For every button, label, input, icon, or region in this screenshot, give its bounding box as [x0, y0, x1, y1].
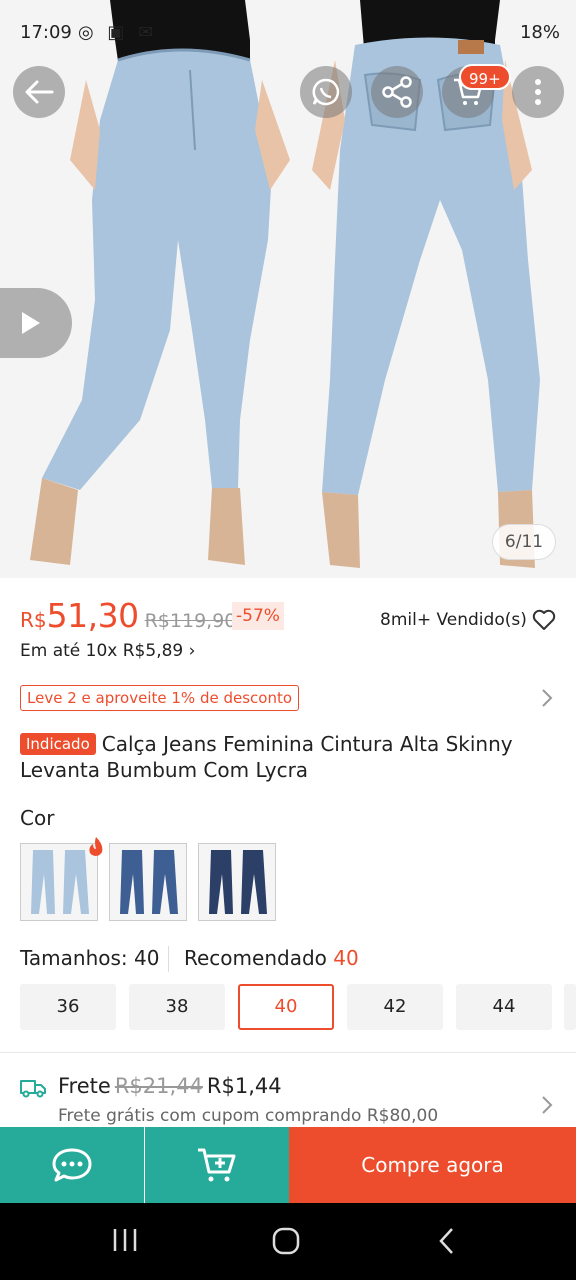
share-button[interactable] — [371, 66, 423, 118]
recommended-value: 40 — [333, 946, 359, 970]
shipping-old-price: R$21,44 — [114, 1074, 203, 1098]
shipping-note: Frete grátis com cupom comprando R$80,00 — [58, 1106, 439, 1126]
size-option-44[interactable]: 44 — [456, 984, 552, 1030]
add-to-cart-button[interactable] — [145, 1127, 289, 1203]
sizes-divider — [168, 946, 169, 972]
chat-icon — [52, 1148, 92, 1182]
truck-icon — [20, 1080, 46, 1098]
size-option-36[interactable]: 36 — [20, 984, 116, 1030]
image-counter: 6/11 — [492, 524, 556, 560]
indicado-badge: Indicado — [20, 733, 96, 755]
add-to-cart-icon — [198, 1148, 236, 1182]
discount-badge: -57% — [232, 602, 284, 630]
status-battery: 18% — [519, 22, 560, 43]
more-options-button[interactable] — [512, 66, 564, 118]
back-nav-icon[interactable] — [438, 1227, 454, 1255]
more-vertical-icon — [535, 79, 541, 105]
size-option-more[interactable] — [564, 984, 576, 1030]
play-icon — [22, 312, 40, 334]
color-swatch-3[interactable] — [198, 843, 276, 921]
size-option-38[interactable]: 38 — [129, 984, 225, 1030]
share-icon — [382, 76, 412, 108]
back-button[interactable] — [13, 66, 65, 118]
promo-tag[interactable]: Leve 2 e aproveite 1% de desconto — [20, 685, 300, 711]
home-icon[interactable] — [272, 1227, 300, 1255]
shipping-row[interactable]: Frete R$21,44 R$1,44 — [58, 1074, 282, 1098]
shipping-price: R$1,44 — [206, 1074, 282, 1098]
recommended-label: Recomendado — [184, 946, 327, 970]
installments-link[interactable]: Em até 10x R$5,89 › — [20, 641, 195, 661]
status-time: 17:09 — [20, 22, 72, 43]
swatch-image — [199, 844, 275, 920]
section-divider — [0, 1052, 576, 1053]
product-image-gallery[interactable]: 17:09 ◎ ▣ ✉ 18% 99+ 6/11 — [0, 0, 576, 578]
color-label: Cor — [20, 806, 55, 830]
status-icons: ◎ ▣ ✉ — [78, 22, 158, 43]
shipping-label: Frete — [58, 1074, 111, 1098]
current-price: 51,30 — [46, 596, 139, 635]
whatsapp-icon — [312, 78, 340, 106]
original-price: R$119,90 — [144, 610, 237, 632]
size-option-40[interactable]: 40 — [238, 984, 334, 1030]
color-swatch-2[interactable] — [109, 843, 187, 921]
price-row: R$ 51,30 R$119,90 — [20, 596, 236, 640]
arrow-left-icon — [25, 80, 54, 104]
chevron-right-icon[interactable] — [541, 1095, 553, 1115]
bottom-action-bar: Compre agora — [0, 1127, 576, 1203]
chevron-right-icon[interactable] — [541, 688, 553, 708]
sizes-label: Tamanhos: 40 — [20, 946, 160, 970]
price-currency: R$ — [20, 608, 47, 632]
cart-count-badge: 99+ — [459, 64, 511, 90]
whatsapp-button[interactable] — [300, 66, 352, 118]
recent-apps-icon[interactable] — [112, 1227, 138, 1253]
recommended-size: Recomendado 40 — [184, 946, 359, 970]
sold-count: 8mil+ Vendido(s) — [380, 610, 527, 630]
product-page: 17:09 ◎ ▣ ✉ 18% 99+ 6/11 R$ 51,30 R$119,… — [0, 0, 576, 1280]
status-bar: 17:09 ◎ ▣ ✉ 18% — [0, 0, 576, 66]
swatch-image — [110, 844, 186, 920]
size-option-42[interactable]: 42 — [347, 984, 443, 1030]
fire-icon — [89, 837, 103, 856]
system-navigation-bar — [0, 1203, 576, 1280]
play-video-button[interactable] — [0, 288, 72, 358]
product-title: Indicado Calça Jeans Feminina Cintura Alt… — [20, 731, 560, 783]
buy-now-button[interactable]: Compre agora — [289, 1127, 576, 1203]
chat-button[interactable] — [0, 1127, 144, 1203]
heart-icon[interactable] — [532, 609, 556, 631]
